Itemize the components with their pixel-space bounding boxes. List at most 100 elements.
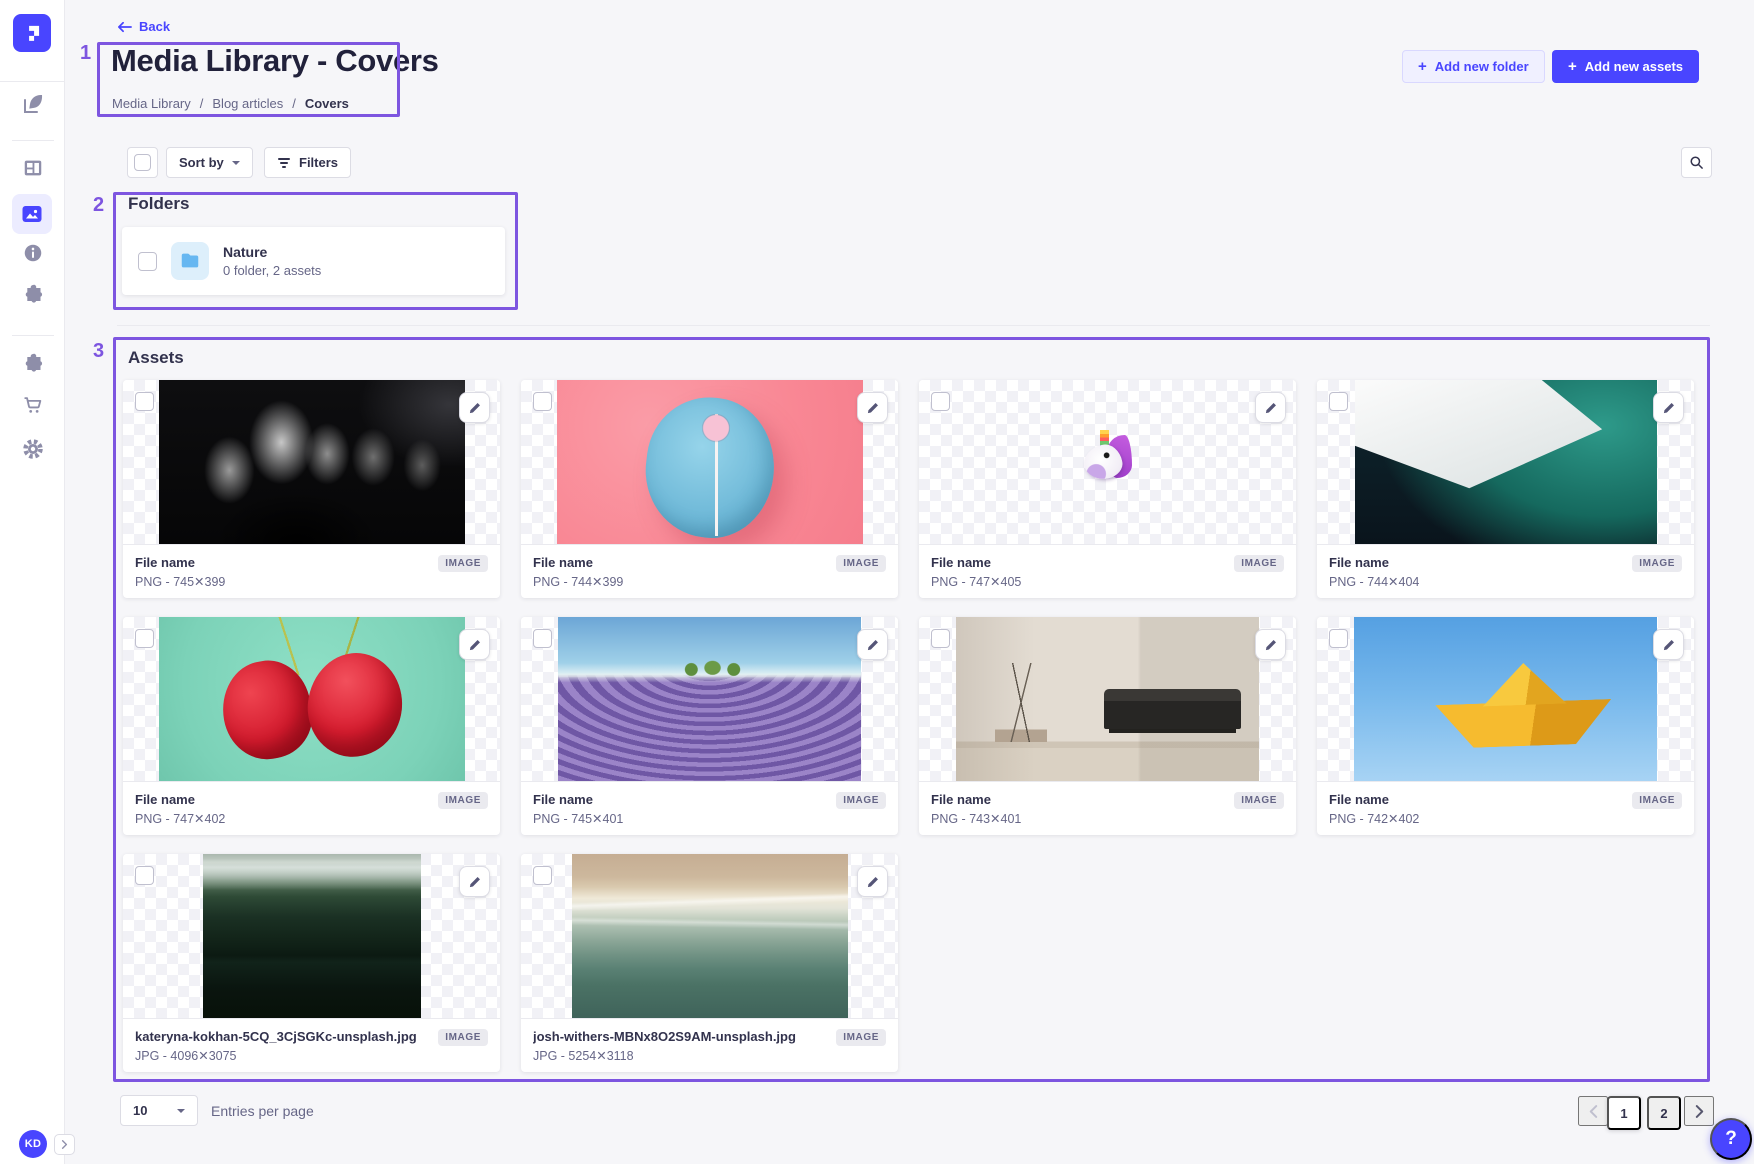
asset-file-meta: PNG - 745✕399: [135, 574, 488, 589]
add-new-folder-label: Add new folder: [1435, 59, 1529, 74]
asset-card: File name PNG - 745✕401 IMAGE: [521, 617, 898, 835]
breadcrumb-blog-articles[interactable]: Blog articles: [212, 96, 283, 111]
asset-checkbox[interactable]: [533, 629, 552, 648]
pencil-icon: [866, 875, 880, 889]
asset-card: File name PNG - 744✕399 IMAGE: [521, 380, 898, 598]
asset-checkbox[interactable]: [135, 629, 154, 648]
breadcrumb-media-library[interactable]: Media Library: [112, 96, 191, 111]
media-library-nav-item[interactable]: [12, 194, 52, 234]
edit-asset-button[interactable]: [459, 629, 490, 660]
settings-gear-icon[interactable]: [0, 437, 65, 461]
page-title: Media Library - Covers: [111, 43, 439, 79]
asset-checkbox[interactable]: [533, 392, 552, 411]
asset-file-name: File name: [1329, 555, 1619, 570]
edit-asset-button[interactable]: [1653, 392, 1684, 423]
content-manager-icon[interactable]: [0, 92, 65, 116]
asset-file-meta: JPG - 4096✕3075: [135, 1048, 488, 1063]
asset-card: josh-withers-MBNx8O2S9AM-unsplash.jpg JP…: [521, 854, 898, 1072]
asset-card-footer: File name PNG - 743✕401 IMAGE: [919, 781, 1296, 835]
asset-card-footer: File name PNG - 747✕405 IMAGE: [919, 544, 1296, 598]
asset-preview[interactable]: [123, 380, 500, 544]
asset-preview[interactable]: [521, 854, 898, 1018]
pencil-icon: [866, 638, 880, 652]
entries-per-page-select[interactable]: 10: [120, 1095, 198, 1126]
asset-preview[interactable]: [919, 380, 1296, 544]
chevron-right-icon: [60, 1140, 69, 1149]
documentation-icon[interactable]: [0, 242, 65, 264]
asset-preview[interactable]: [521, 380, 898, 544]
plugins-icon[interactable]: [0, 282, 65, 304]
asset-checkbox[interactable]: [1329, 629, 1348, 648]
asset-file-meta: PNG - 747✕402: [135, 811, 488, 826]
edit-asset-button[interactable]: [1255, 392, 1286, 423]
select-all-checkbox[interactable]: [127, 147, 158, 178]
edit-asset-button[interactable]: [459, 392, 490, 423]
asset-card: File name PNG - 747✕402 IMAGE: [123, 617, 500, 835]
asset-checkbox[interactable]: [931, 629, 950, 648]
asset-card-footer: kateryna-kokhan-5CQ_3CjSGKc-unsplash.jpg…: [123, 1018, 500, 1072]
asset-card-footer: File name PNG - 747✕402 IMAGE: [123, 781, 500, 835]
edit-asset-button[interactable]: [857, 629, 888, 660]
asset-preview[interactable]: [919, 617, 1296, 781]
content-type-builder-icon[interactable]: [0, 157, 65, 179]
asset-preview[interactable]: [123, 854, 500, 1018]
entries-value: 10: [133, 1103, 147, 1118]
asset-card-footer: File name PNG - 745✕401 IMAGE: [521, 781, 898, 835]
pencil-icon: [1264, 638, 1278, 652]
edit-asset-button[interactable]: [1653, 629, 1684, 660]
folder-icon: [171, 242, 209, 280]
edit-asset-button[interactable]: [857, 392, 888, 423]
asset-preview[interactable]: [1317, 617, 1694, 781]
asset-checkbox[interactable]: [135, 866, 154, 885]
purchase-cart-icon[interactable]: [0, 394, 65, 416]
sidebar: KD: [0, 0, 65, 1164]
folder-card-nature[interactable]: Nature 0 folder, 2 assets: [122, 227, 505, 295]
asset-image: [558, 617, 861, 781]
add-new-folder-button[interactable]: + Add new folder: [1402, 50, 1545, 83]
assets-grid: File name PNG - 745✕399 IMAGE File name …: [123, 380, 1694, 1072]
folder-checkbox[interactable]: [138, 252, 157, 271]
edit-asset-button[interactable]: [459, 866, 490, 897]
pagination-prev-button[interactable]: [1578, 1096, 1608, 1126]
search-button[interactable]: [1681, 147, 1712, 178]
asset-file-name: josh-withers-MBNx8O2S9AM-unsplash.jpg: [533, 1029, 823, 1044]
asset-file-name: File name: [533, 792, 823, 807]
pencil-icon: [1662, 638, 1676, 652]
pagination-page-1[interactable]: 1: [1607, 1096, 1641, 1130]
pencil-icon: [866, 401, 880, 415]
pagination-next-button[interactable]: [1684, 1096, 1714, 1126]
pagination-page-2[interactable]: 2: [1647, 1096, 1681, 1130]
asset-image: [1354, 617, 1657, 781]
asset-checkbox[interactable]: [135, 392, 154, 411]
folders-heading: Folders: [128, 194, 189, 214]
asset-image: [1076, 430, 1140, 494]
add-new-assets-button[interactable]: + Add new assets: [1552, 50, 1699, 83]
asset-card: File name PNG - 742✕402 IMAGE: [1317, 617, 1694, 835]
asset-checkbox[interactable]: [533, 866, 552, 885]
user-avatar[interactable]: KD: [19, 1130, 47, 1158]
asset-card: kateryna-kokhan-5CQ_3CjSGKc-unsplash.jpg…: [123, 854, 500, 1072]
marketplace-icon[interactable]: [0, 351, 65, 373]
asset-checkbox[interactable]: [931, 392, 950, 411]
pencil-icon: [468, 638, 482, 652]
asset-file-meta: PNG - 744✕399: [533, 574, 886, 589]
plus-icon: +: [1568, 59, 1577, 74]
sidebar-expand-button[interactable]: [54, 1134, 75, 1155]
strapi-logo[interactable]: [13, 14, 51, 52]
asset-preview[interactable]: [1317, 380, 1694, 544]
asset-type-badge: IMAGE: [438, 555, 488, 572]
filter-icon: [277, 157, 291, 169]
sort-by-button[interactable]: Sort by: [166, 147, 253, 178]
asset-file-meta: PNG - 745✕401: [533, 811, 886, 826]
filters-button[interactable]: Filters: [264, 147, 351, 178]
help-button[interactable]: ?: [1710, 1118, 1752, 1160]
edit-asset-button[interactable]: [1255, 629, 1286, 660]
asset-preview[interactable]: [123, 617, 500, 781]
edit-asset-button[interactable]: [857, 866, 888, 897]
back-link[interactable]: Back: [117, 19, 170, 34]
divider: [0, 81, 65, 82]
pencil-icon: [468, 401, 482, 415]
annotation-number-1: 1: [80, 42, 91, 65]
asset-preview[interactable]: [521, 617, 898, 781]
asset-checkbox[interactable]: [1329, 392, 1348, 411]
